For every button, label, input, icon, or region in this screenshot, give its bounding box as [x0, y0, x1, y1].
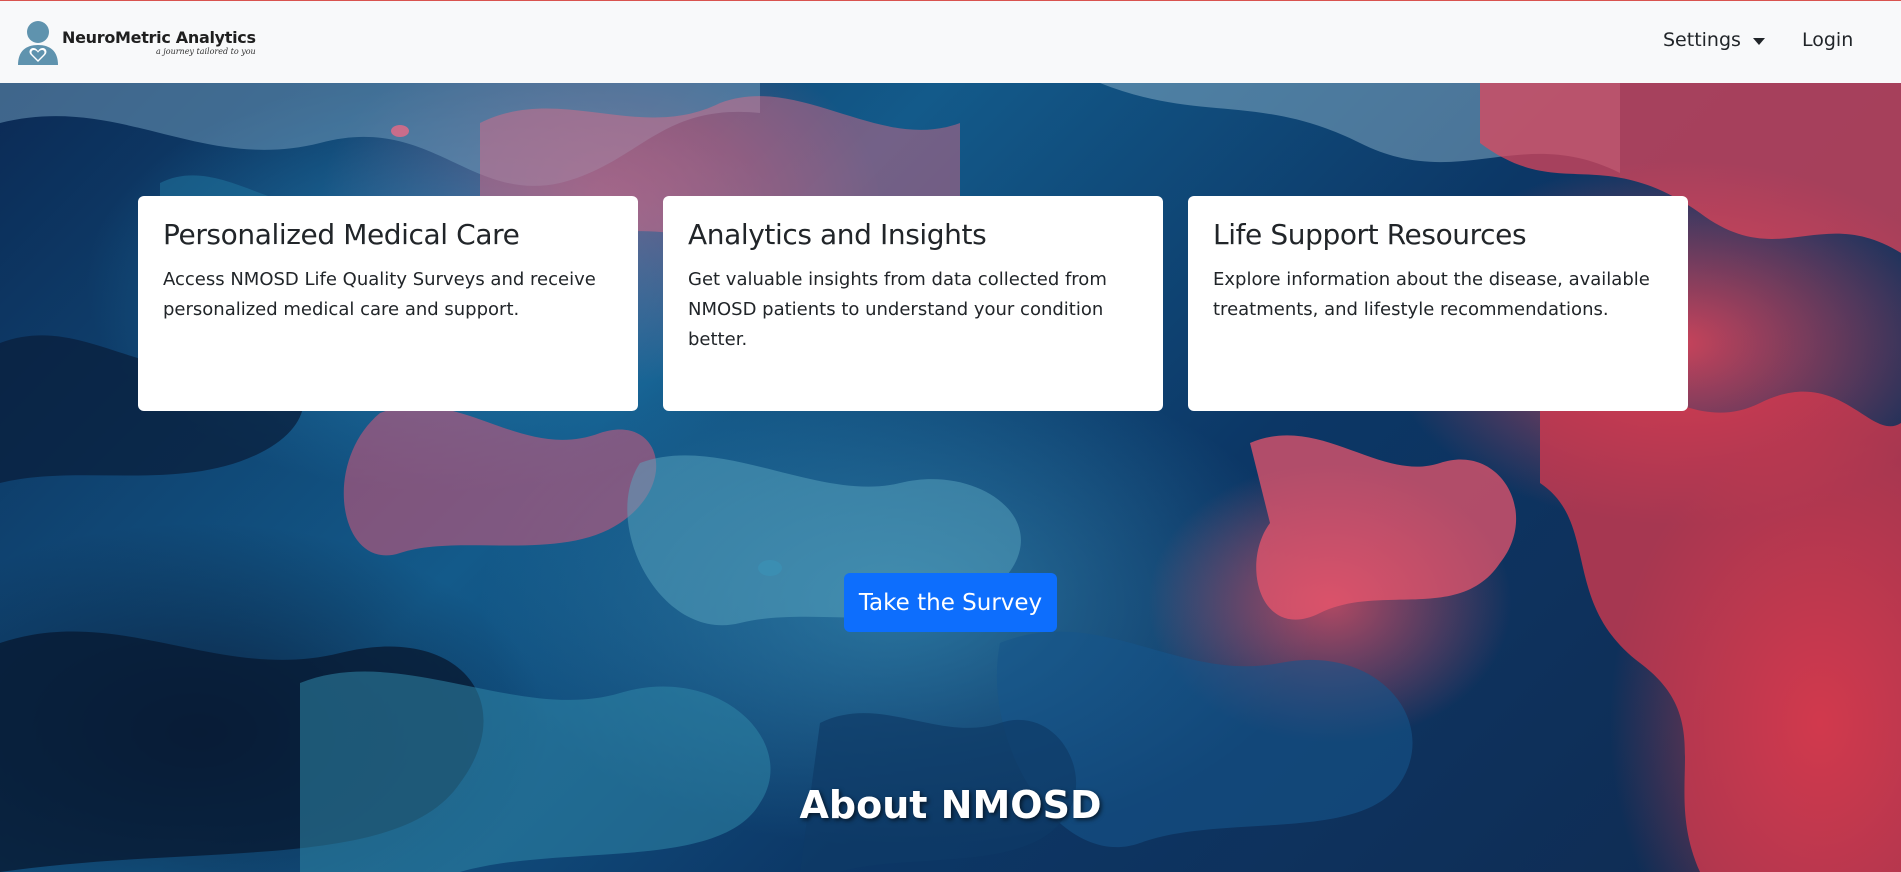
brand-link[interactable]: NeuroMetric Analytics a journey tailored…: [16, 19, 256, 67]
login-link[interactable]: Login: [1802, 29, 1853, 51]
feature-card-text: Get valuable insights from data collecte…: [688, 269, 1107, 350]
feature-card-life-support: Life Support Resources Explore informati…: [1188, 196, 1688, 411]
feature-card-title: Personalized Medical Care: [163, 218, 520, 251]
navbar: NeuroMetric Analytics a journey tailored…: [0, 0, 1901, 83]
feature-card-personalized-care: Personalized Medical Care Access NMOSD L…: [138, 196, 638, 411]
feature-card-title: Life Support Resources: [1213, 218, 1527, 251]
settings-label: Settings: [1663, 29, 1741, 51]
feature-card-text: Explore information about the disease, a…: [1213, 269, 1650, 320]
caret-down-icon: [1752, 37, 1765, 45]
hero-section: Personalized Medical Care Access NMOSD L…: [0, 83, 1901, 872]
login-label: Login: [1802, 29, 1854, 51]
feature-card-analytics: Analytics and Insights Get valuable insi…: [663, 196, 1163, 411]
settings-dropdown[interactable]: Settings: [1663, 29, 1765, 51]
feature-card-text: Access NMOSD Life Quality Surveys and re…: [163, 269, 596, 320]
person-heart-icon: [18, 21, 58, 65]
brand-name: NeuroMetric Analytics: [62, 28, 256, 47]
about-heading: About NMOSD: [799, 783, 1102, 827]
brand-text: NeuroMetric Analytics a journey tailored…: [62, 30, 256, 56]
take-survey-button[interactable]: Take the Survey: [844, 573, 1057, 632]
brand-tagline: a journey tailored to you: [155, 47, 256, 56]
feature-card-title: Analytics and Insights: [688, 218, 987, 251]
